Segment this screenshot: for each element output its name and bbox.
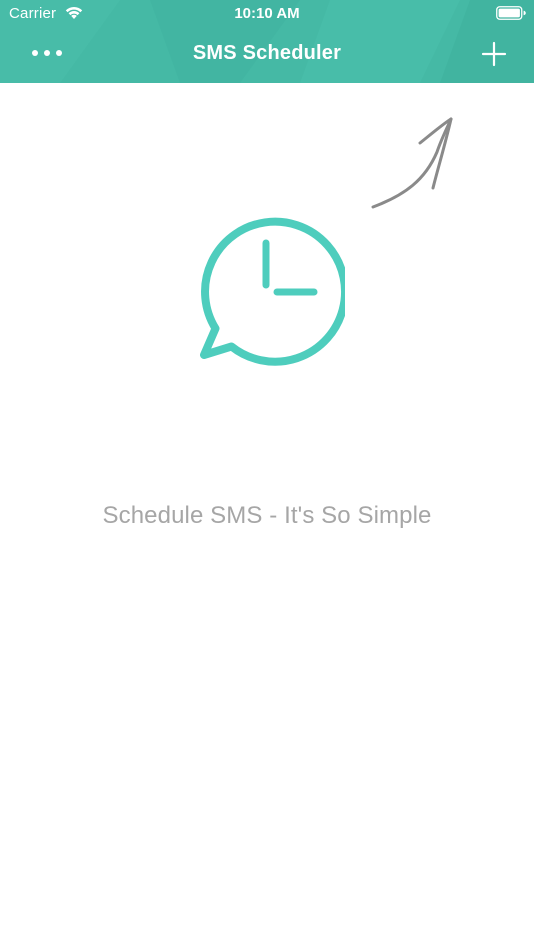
clock-speech-bubble-icon (200, 217, 345, 366)
header: Carrier 10:10 AM SMS Scheduler (0, 0, 534, 83)
page-title: SMS Scheduler (192, 42, 342, 64)
arrow-hint-icon (371, 117, 453, 209)
plus-icon (481, 41, 507, 67)
add-schedule-button[interactable] (480, 40, 508, 68)
status-time: 10:10 AM (234, 5, 300, 22)
empty-state-tagline: Schedule SMS - It's So Simple (102, 502, 432, 529)
navigation-bar: SMS Scheduler (0, 28, 534, 83)
status-bar: Carrier 10:10 AM (0, 0, 534, 28)
battery-icon (496, 6, 526, 20)
